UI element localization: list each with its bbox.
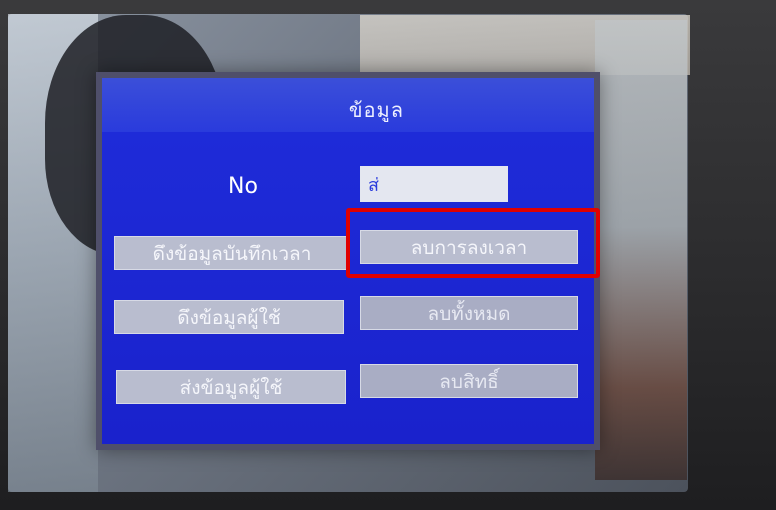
highlight-box xyxy=(346,208,600,278)
lcd-body: No ดึงข้อมูลบันทึกเวลา ลบการลงเวลา ดึงข้… xyxy=(102,132,594,444)
no-label: No xyxy=(228,174,258,199)
delete-rights-button[interactable]: ลบสิทธิ์ xyxy=(360,364,578,398)
download-attendance-button[interactable]: ดึงข้อมูลบันทึกเวลา xyxy=(114,236,350,270)
screen-title: ข้อมูล xyxy=(348,98,404,122)
delete-all-button[interactable]: ลบทั้งหมด xyxy=(360,296,578,330)
download-users-button[interactable]: ดึงข้อมูลผู้ใช้ xyxy=(114,300,344,334)
upload-users-button[interactable]: ส่งข้อมูลผู้ใช้ xyxy=(116,370,346,404)
title-bar: ข้อมูล xyxy=(102,78,594,132)
no-input[interactable] xyxy=(360,166,508,202)
reflection-right xyxy=(595,20,687,480)
